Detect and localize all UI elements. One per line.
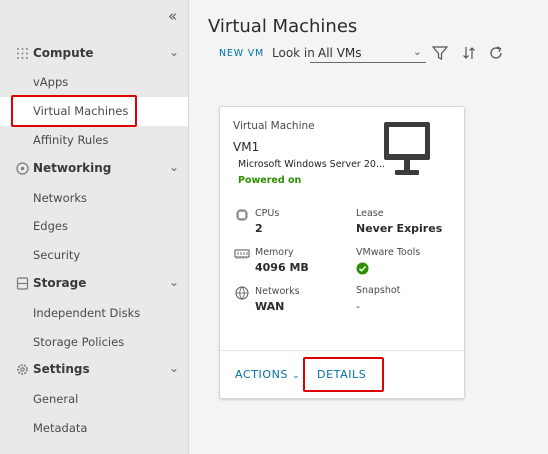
- section-networking[interactable]: Networking ⌄: [0, 155, 188, 183]
- memory-label: Memory: [255, 247, 294, 258]
- actions-label: ACTIONS: [235, 368, 289, 381]
- sort-icon[interactable]: [461, 45, 477, 61]
- section-label-compute: Compute: [33, 46, 94, 60]
- sidebar-item-networks[interactable]: Networks: [0, 184, 188, 213]
- networks-label: Networks: [255, 286, 300, 297]
- cpus-value: 2: [255, 222, 263, 235]
- sidebar-item-metadata[interactable]: Metadata: [0, 414, 188, 443]
- vmware-tools-label: VMware Tools: [356, 247, 421, 258]
- actions-button[interactable]: ACTIONS ⌄: [235, 368, 300, 381]
- chevron-down-icon: ⌄: [292, 371, 301, 381]
- refresh-icon[interactable]: [488, 45, 504, 61]
- section-label-networking: Networking: [33, 161, 112, 175]
- sidebar-item-label: Networks: [33, 191, 88, 205]
- sidebar-nav: « Compute ⌄ vApps Virtual Machines Affin…: [0, 0, 189, 454]
- page-title: Virtual Machines: [208, 16, 358, 37]
- sidebar-item-label: Storage Policies: [33, 335, 125, 349]
- cpu-icon: [236, 209, 248, 221]
- lease-label: Lease: [356, 208, 384, 219]
- memory-icon: [234, 249, 250, 259]
- sidebar-item-edges[interactable]: Edges: [0, 212, 188, 241]
- sidebar-item-vapps[interactable]: vApps: [0, 68, 188, 97]
- sidebar-item-label: General: [33, 392, 79, 406]
- look-in-value: All VMs: [318, 46, 362, 60]
- look-in-select[interactable]: All VMs ⌄: [310, 43, 426, 63]
- chevron-down-icon[interactable]: ⌄: [169, 275, 179, 289]
- sidebar-item-independent-disks[interactable]: Independent Disks: [0, 299, 188, 328]
- settings-gear-icon: [17, 364, 28, 375]
- storage-icon: [16, 277, 29, 290]
- vm-name: VM1: [233, 140, 260, 154]
- networks-globe-icon: [235, 286, 249, 300]
- vm-card: Virtual Machine VM1 Microsoft Windows Se…: [219, 106, 465, 399]
- sidebar-item-affinity-rules[interactable]: Affinity Rules: [0, 126, 188, 155]
- chevron-down-icon[interactable]: ⌄: [169, 361, 179, 375]
- new-vm-button[interactable]: NEW VM: [219, 48, 264, 59]
- monitor-icon: [384, 122, 430, 175]
- look-in-label: Look in: [272, 46, 315, 60]
- memory-value: 4096 MB: [255, 261, 309, 274]
- highlight-box-details: [303, 357, 384, 392]
- sidebar-item-storage-policies[interactable]: Storage Policies: [0, 328, 188, 357]
- vm-os: Microsoft Windows Server 20...: [238, 159, 385, 170]
- cpus-label: CPUs: [255, 208, 280, 219]
- filter-icon[interactable]: [432, 45, 448, 61]
- highlight-box-virtual-machines: [11, 95, 137, 127]
- section-storage[interactable]: Storage ⌄: [0, 270, 188, 298]
- sidebar-item-label: Independent Disks: [33, 306, 141, 320]
- chevron-down-icon: ⌄: [412, 45, 422, 58]
- collapse-sidebar-icon[interactable]: «: [168, 7, 177, 25]
- snapshot-label: Snapshot: [356, 285, 401, 296]
- section-settings[interactable]: Settings ⌄: [0, 356, 188, 384]
- sidebar-item-label: Metadata: [33, 421, 88, 435]
- sidebar-item-label: Edges: [33, 219, 68, 233]
- lease-value: Never Expires: [356, 222, 443, 235]
- sidebar-item-label: Security: [33, 248, 81, 262]
- chevron-down-icon[interactable]: ⌄: [169, 45, 179, 59]
- sidebar-item-security[interactable]: Security: [0, 241, 188, 270]
- section-label-settings: Settings: [33, 362, 90, 376]
- section-label-storage: Storage: [33, 276, 87, 290]
- networks-value: WAN: [255, 300, 285, 313]
- sidebar-item-label: Affinity Rules: [33, 133, 109, 147]
- compute-grid-icon: [17, 48, 28, 59]
- snapshot-value: -: [356, 300, 360, 313]
- section-compute[interactable]: Compute ⌄: [0, 40, 188, 68]
- check-circle-icon: [356, 262, 369, 275]
- card-divider: [220, 350, 464, 351]
- chevron-down-icon[interactable]: ⌄: [169, 160, 179, 174]
- sidebar-item-label: vApps: [33, 75, 69, 89]
- vm-type-label: Virtual Machine: [233, 120, 315, 132]
- networking-icon: [16, 162, 29, 175]
- vm-status: Powered on: [238, 175, 302, 186]
- sidebar-item-general[interactable]: General: [0, 385, 188, 414]
